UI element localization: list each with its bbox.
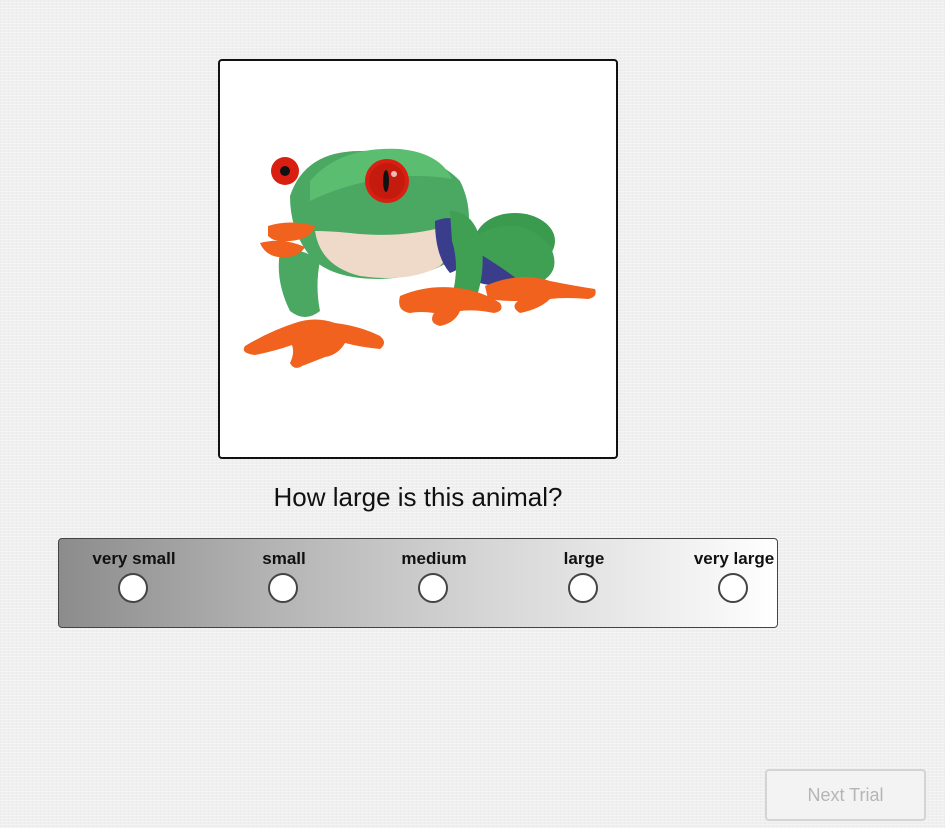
- frog-image: [243, 148, 596, 368]
- scale-option-label: very small: [92, 549, 176, 568]
- scale-option-label: medium: [401, 549, 467, 568]
- radio-button-medium[interactable]: [418, 573, 448, 603]
- scale-option-very-large[interactable]: very large: [659, 539, 809, 627]
- radio-button-small[interactable]: [268, 573, 298, 603]
- scale-option-small[interactable]: small: [209, 539, 359, 627]
- size-rating-scale: very small small medium large very large: [58, 538, 778, 628]
- scale-option-label: large: [563, 549, 605, 568]
- radio-button-very-large[interactable]: [718, 573, 748, 603]
- radio-button-very-small[interactable]: [118, 573, 148, 603]
- scale-option-label: very large: [693, 549, 775, 568]
- scale-option-medium[interactable]: medium: [359, 539, 509, 627]
- stimulus-image-frame: [218, 59, 618, 459]
- question-text: How large is this animal?: [273, 482, 563, 512]
- scale-option-large[interactable]: large: [509, 539, 659, 627]
- scale-option-label: small: [262, 549, 306, 568]
- scale-option-very-small[interactable]: very small: [59, 539, 209, 627]
- next-trial-button[interactable]: Next Trial: [765, 769, 926, 821]
- radio-button-large[interactable]: [568, 573, 598, 603]
